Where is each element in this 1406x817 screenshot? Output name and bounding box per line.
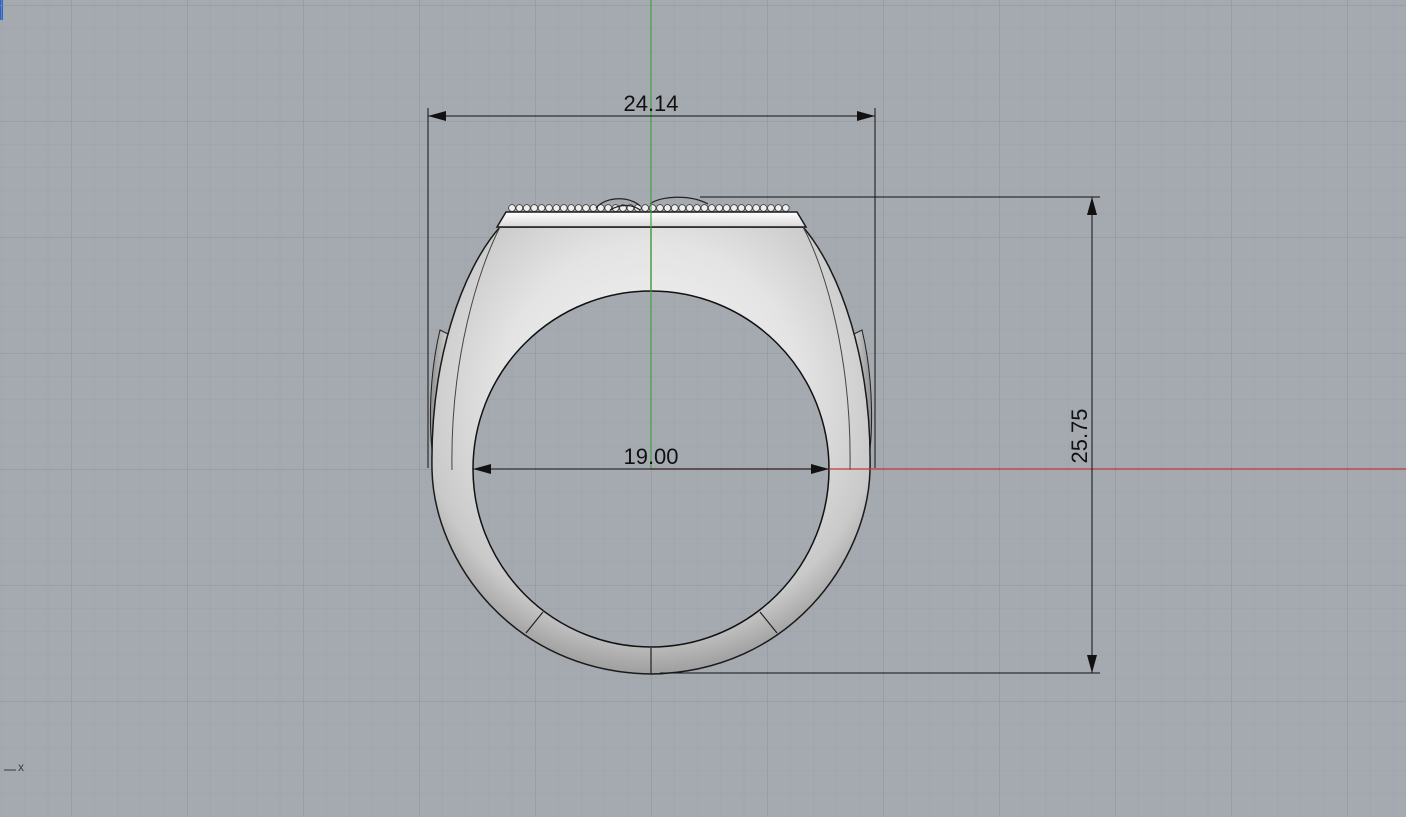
bead bbox=[567, 204, 575, 212]
dimension-height-text: 25.75 bbox=[1067, 408, 1092, 463]
bead bbox=[767, 204, 775, 212]
bead bbox=[515, 204, 524, 212]
bead bbox=[582, 204, 590, 212]
axis-widget-x-label: x bbox=[18, 760, 24, 774]
bead bbox=[707, 204, 716, 212]
bead bbox=[722, 204, 731, 212]
bead bbox=[589, 204, 598, 212]
bead bbox=[537, 204, 546, 212]
bead bbox=[641, 204, 649, 212]
bead bbox=[663, 204, 672, 212]
bead bbox=[752, 204, 760, 212]
bead bbox=[656, 204, 664, 212]
bead bbox=[715, 204, 723, 212]
bead bbox=[737, 204, 746, 212]
bead bbox=[670, 204, 679, 212]
bead bbox=[730, 204, 738, 212]
bead bbox=[604, 204, 612, 212]
bead bbox=[574, 204, 583, 212]
bead bbox=[648, 204, 657, 212]
bead bbox=[774, 204, 783, 212]
bead bbox=[685, 204, 694, 212]
dimension-inner-diameter-text: 19.00 bbox=[623, 444, 678, 469]
bead bbox=[508, 204, 516, 212]
bead bbox=[781, 204, 790, 212]
bead bbox=[545, 204, 553, 212]
bead bbox=[700, 204, 709, 212]
bead bbox=[522, 204, 531, 212]
dimension-top-width-text: 24.14 bbox=[623, 91, 678, 116]
viewport-canvas[interactable]: 24.14 19.00 25.75 bbox=[0, 0, 1406, 817]
bead bbox=[693, 204, 701, 212]
bead bbox=[759, 204, 768, 212]
bead bbox=[552, 204, 561, 212]
bead bbox=[530, 204, 538, 212]
bead bbox=[744, 204, 753, 212]
front-viewport[interactable]: 24.14 19.00 25.75 x bbox=[0, 0, 1406, 817]
bead bbox=[678, 204, 686, 212]
bead bbox=[559, 204, 568, 212]
